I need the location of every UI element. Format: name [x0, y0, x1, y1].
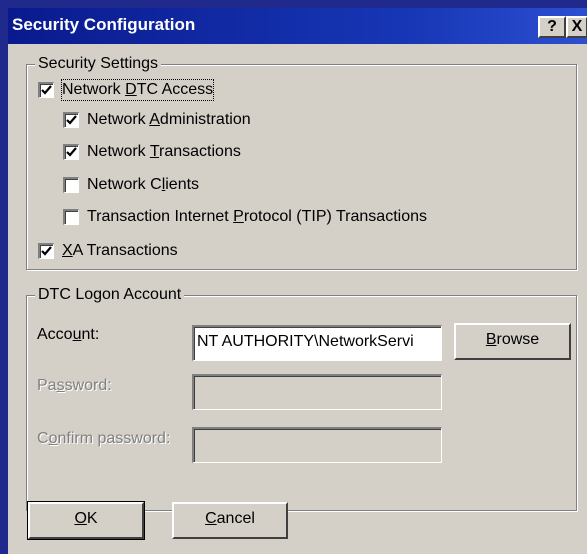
checkmark-icon — [41, 246, 52, 256]
window-title: Security Configuration — [12, 15, 196, 34]
checkbox-network-clients[interactable]: Network Clients — [63, 175, 293, 195]
password-input[interactable] — [192, 374, 442, 410]
ok-button-label: OK — [74, 510, 98, 527]
account-label: Account: — [37, 326, 100, 343]
checkbox-box[interactable] — [38, 243, 54, 259]
checkmark-icon — [66, 115, 77, 125]
confirm-password-input[interactable] — [192, 427, 442, 463]
checkbox-network-administration[interactable]: Network Administration — [63, 110, 293, 130]
help-button[interactable]: ? — [538, 16, 566, 38]
password-label: Password: — [37, 377, 112, 394]
checkbox-label: Network Transactions — [87, 143, 241, 160]
checkbox-box[interactable] — [63, 177, 79, 193]
ok-button[interactable]: OK — [27, 501, 145, 540]
checkbox-network-dtc-access[interactable]: Network DTC Access — [38, 79, 248, 101]
account-input[interactable]: NT AUTHORITY\NetworkServi — [192, 325, 442, 361]
browse-button-label: Browse — [485, 331, 540, 348]
cancel-button-label: Cancel — [205, 510, 255, 527]
checkbox-network-transactions[interactable]: Network Transactions — [63, 142, 293, 162]
close-button[interactable]: X — [566, 16, 587, 38]
checkbox-tip-transactions[interactable]: Transaction Internet Protocol (TIP) Tran… — [63, 207, 483, 227]
checkmark-icon — [41, 85, 52, 95]
cancel-button[interactable]: Cancel — [172, 502, 288, 539]
checkbox-box[interactable] — [63, 112, 79, 128]
checkbox-label: XA Transactions — [62, 242, 178, 259]
checkbox-label: Network Administration — [87, 111, 251, 128]
checkbox-xa-transactions[interactable]: XA Transactions — [38, 241, 238, 261]
dialog-body: Security Settings Network DTC Access Net… — [8, 44, 587, 554]
checkbox-label: Transaction Internet Protocol (TIP) Tran… — [87, 208, 427, 225]
checkbox-box[interactable] — [63, 209, 79, 225]
security-settings-legend: Security Settings — [35, 55, 162, 73]
title-bar[interactable]: Security Configuration ? X — [8, 8, 587, 44]
confirm-password-label: Confirm password: — [37, 430, 171, 447]
checkbox-box[interactable] — [38, 82, 54, 98]
checkbox-box[interactable] — [63, 144, 79, 160]
security-configuration-dialog: Security Configuration ? X Security Sett… — [0, 0, 587, 554]
checkbox-label: Network Clients — [87, 176, 200, 193]
dtc-logon-account-legend: DTC Logon Account — [35, 286, 185, 304]
checkbox-label: Network DTC Access — [60, 79, 215, 101]
checkmark-icon — [66, 147, 77, 157]
browse-button[interactable]: Browse — [454, 323, 571, 360]
